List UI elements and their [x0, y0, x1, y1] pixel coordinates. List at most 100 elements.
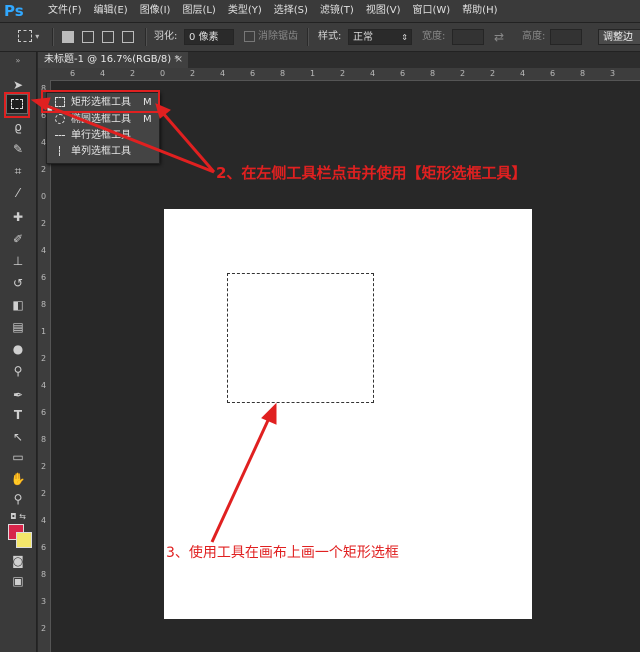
- lasso-tool-icon[interactable]: ϱ: [8, 118, 28, 136]
- ruler-horizontal: 6 4 2 0 2 4 6 8 1 2 4 6 8 2 2 4 6 8 3: [38, 68, 640, 81]
- ruler-tick-label: 8: [41, 435, 47, 444]
- ruler-tick-label: 8: [41, 570, 47, 579]
- menu-help[interactable]: 帮助(H): [456, 0, 503, 22]
- ruler-tick-label: 8: [430, 69, 436, 78]
- hand-tool-icon[interactable]: ✋: [8, 470, 28, 488]
- ruler-tick-label: 2: [41, 489, 47, 498]
- feather-label: 羽化:: [154, 31, 178, 42]
- menu-type[interactable]: 类型(Y): [222, 0, 268, 22]
- ruler-tick-label: 1: [41, 327, 47, 336]
- ruler-vertical: 864202468124682246832: [38, 80, 51, 652]
- ruler-tick-label: 2: [460, 69, 466, 78]
- shape-tool-icon[interactable]: ▭: [8, 448, 28, 466]
- antialias-checkbox[interactable]: 消除锯齿: [244, 23, 298, 51]
- tools-panel: » ➤ ϱ ✎ ⌗ ⁄ ✚ ✐ ⊥ ↺ ◧ ▤ ● ⚲ ✒ T ↖ ▭ ✋ ⚲ …: [0, 52, 37, 652]
- separator: [307, 28, 309, 46]
- screen-mode-icon[interactable]: ▣: [8, 572, 28, 590]
- ruler-tick-label: 0: [41, 192, 47, 201]
- ruler-tick-label: 6: [250, 69, 256, 78]
- menu-image[interactable]: 图像(I): [134, 0, 177, 22]
- ruler-tick-label: 1: [310, 69, 316, 78]
- single-row-marquee-icon: [55, 135, 65, 137]
- menu-filter[interactable]: 滤镜(T): [314, 0, 360, 22]
- ruler-tick-label: 6: [550, 69, 556, 78]
- add-selection-icon[interactable]: [82, 31, 94, 43]
- style-value: 正常: [353, 32, 373, 43]
- dodge-tool-icon[interactable]: ⚲: [8, 362, 28, 380]
- highlight-box-tool: [4, 92, 30, 118]
- ruler-tick-label: 2: [41, 462, 47, 471]
- new-selection-icon[interactable]: [62, 31, 74, 43]
- crop-tool-icon[interactable]: ⌗: [8, 162, 28, 180]
- menu-layer[interactable]: 图层(L): [176, 0, 221, 22]
- document-tab-title: 未标题-1 @ 16.7%(RGB/8) *: [44, 54, 180, 65]
- options-bar: ▾ 羽化: 0 像素 消除锯齿 样式: 正常 ⇕ 宽度: ⇄ 高度: 调整边: [0, 23, 640, 52]
- refine-edge-button[interactable]: 调整边: [598, 29, 640, 45]
- healing-brush-tool-icon[interactable]: ✚: [8, 208, 28, 226]
- zoom-tool-icon[interactable]: ⚲: [8, 490, 28, 508]
- ruler-tick-label: 6: [400, 69, 406, 78]
- path-select-tool-icon[interactable]: ↖: [8, 428, 28, 446]
- flyout-item-single-column-marquee[interactable]: 单列选框工具: [47, 144, 159, 160]
- flyout-label: 椭圆选框工具: [71, 114, 131, 125]
- ruler-tick-label: 6: [41, 408, 47, 417]
- menu-view[interactable]: 视图(V): [360, 0, 407, 22]
- pen-tool-icon[interactable]: ✒: [8, 386, 28, 404]
- separator: [52, 28, 54, 46]
- brush-tool-icon[interactable]: ✐: [8, 230, 28, 248]
- ruler-tick-label: 6: [41, 273, 47, 282]
- ruler-tick-label: 6: [70, 69, 76, 78]
- ruler-tick-label: 0: [160, 69, 166, 78]
- collapse-icon[interactable]: »: [8, 52, 28, 70]
- clone-stamp-tool-icon[interactable]: ⊥: [8, 252, 28, 270]
- quick-mask-icon[interactable]: ◙: [8, 552, 28, 570]
- ruler-tick-label: 4: [100, 69, 106, 78]
- document-tab[interactable]: 未标题-1 @ 16.7%(RGB/8) * ×: [38, 52, 188, 68]
- gradient-tool-icon[interactable]: ▤: [8, 318, 28, 336]
- blur-tool-icon[interactable]: ●: [8, 340, 28, 358]
- feather-input[interactable]: 0 像素: [184, 29, 234, 45]
- history-brush-tool-icon[interactable]: ↺: [8, 274, 28, 292]
- subtract-selection-icon[interactable]: [102, 31, 114, 43]
- menu-edit[interactable]: 编辑(E): [88, 0, 134, 22]
- flyout-item-ellipse-marquee[interactable]: 椭圆选框工具 M: [47, 112, 159, 128]
- ellipse-marquee-icon: [55, 114, 65, 124]
- rectangular-selection: [227, 273, 374, 403]
- ruler-tick-label: 3: [41, 597, 47, 606]
- annotation-step-3: 3、使用工具在画布上画一个矩形选框: [166, 545, 399, 561]
- document-tab-bar: 未标题-1 @ 16.7%(RGB/8) * ×: [38, 52, 640, 68]
- menu-window[interactable]: 窗口(W): [406, 0, 456, 22]
- ruler-tick-label: 2: [190, 69, 196, 78]
- width-label: 宽度:: [422, 31, 446, 42]
- eraser-tool-icon[interactable]: ◧: [8, 296, 28, 314]
- single-column-marquee-icon: [59, 146, 61, 156]
- close-icon[interactable]: ×: [175, 52, 183, 68]
- marquee-preset-icon[interactable]: ▾: [18, 23, 39, 51]
- ruler-tick-label: 3: [610, 69, 616, 78]
- height-input[interactable]: [550, 29, 582, 45]
- menu-select[interactable]: 选择(S): [268, 0, 314, 22]
- background-color-swatch[interactable]: [16, 532, 32, 548]
- chevron-updown-icon: ⇕: [401, 33, 408, 42]
- ruler-tick-label: 2: [41, 219, 47, 228]
- ruler-tick-label: 2: [41, 354, 47, 363]
- ruler-tick-label: 2: [41, 165, 47, 174]
- swap-icon[interactable]: ⇄: [494, 23, 504, 51]
- eyedropper-tool-icon[interactable]: ⁄: [8, 184, 28, 202]
- style-label: 样式:: [318, 31, 342, 42]
- separator: [145, 28, 147, 46]
- menu-file[interactable]: 文件(F): [42, 0, 88, 22]
- intersect-selection-icon[interactable]: [122, 31, 134, 43]
- ruler-tick-label: 4: [520, 69, 526, 78]
- ruler-tick-label: 2: [340, 69, 346, 78]
- flyout-item-single-row-marquee[interactable]: 单行选框工具: [47, 128, 159, 144]
- quick-select-tool-icon[interactable]: ✎: [8, 140, 28, 158]
- ruler-tick-label: 4: [41, 516, 47, 525]
- menu-items: 文件(F) 编辑(E) 图像(I) 图层(L) 类型(Y) 选择(S) 滤镜(T…: [42, 0, 504, 22]
- height-label: 高度:: [522, 31, 546, 42]
- type-tool-icon[interactable]: T: [8, 406, 28, 424]
- style-select[interactable]: 正常 ⇕: [348, 29, 412, 45]
- ruler-tick-label: 4: [370, 69, 376, 78]
- annotation-step-2: 2、在左侧工具栏点击并使用【矩形选框工具】: [216, 164, 527, 182]
- width-input[interactable]: [452, 29, 484, 45]
